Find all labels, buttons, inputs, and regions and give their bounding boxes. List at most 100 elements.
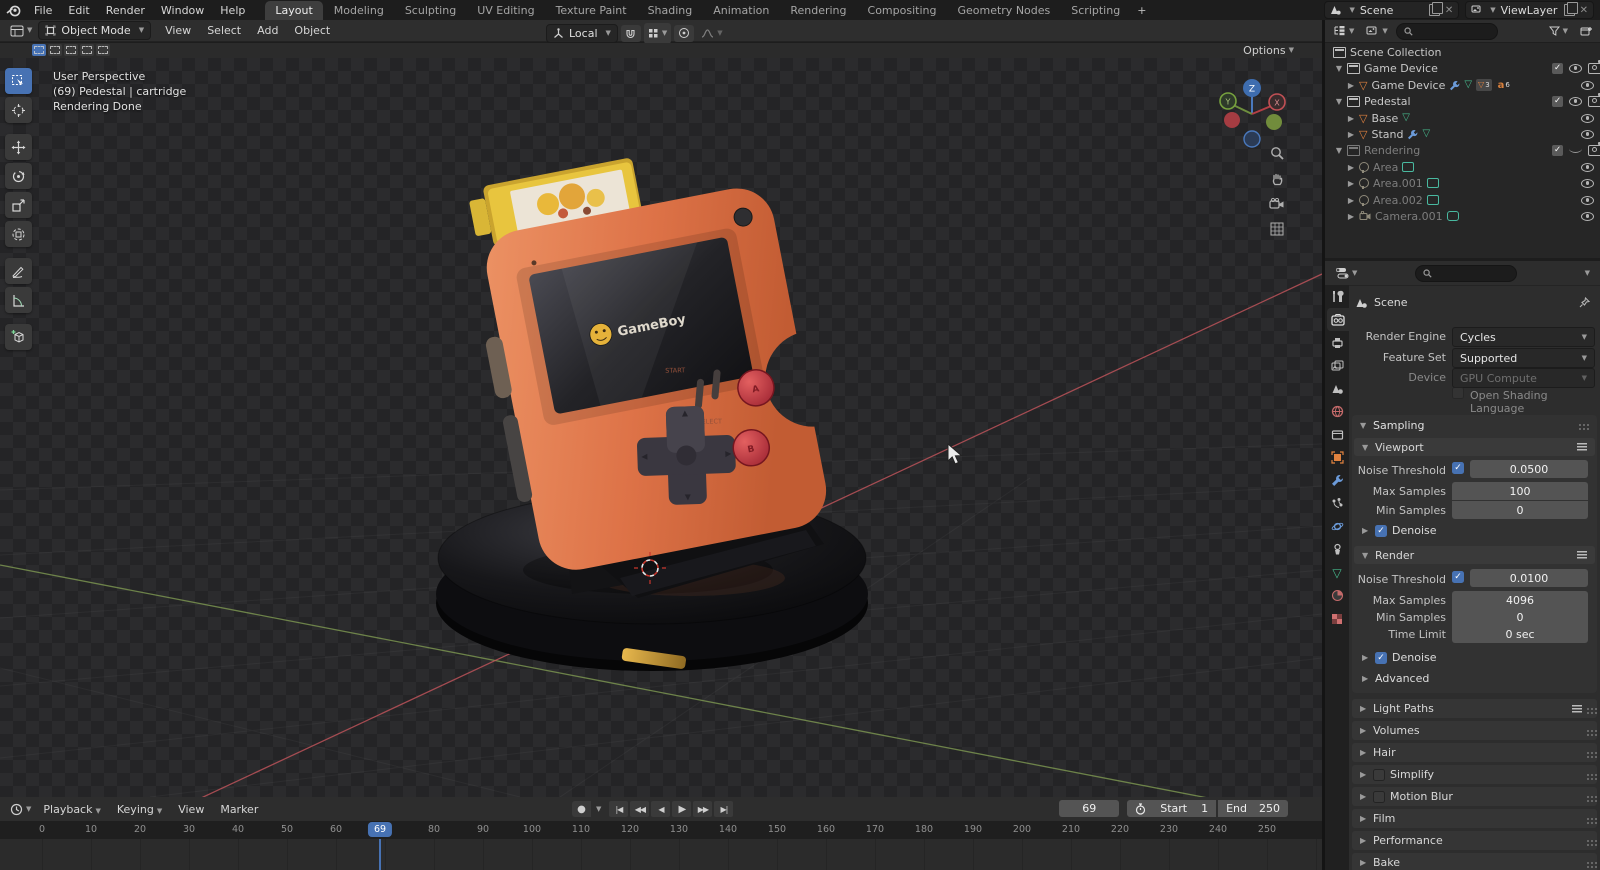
unlink-viewlayer-icon[interactable]: ✕ bbox=[1580, 5, 1588, 16]
properties-editor-selector[interactable]: ▼ bbox=[1331, 265, 1361, 281]
collection-checkbox[interactable]: ✓ bbox=[1552, 144, 1563, 156]
panel-film[interactable]: ▶ Film bbox=[1352, 809, 1597, 828]
menu-file[interactable]: File bbox=[26, 4, 60, 17]
tab-constraints[interactable] bbox=[1325, 538, 1349, 561]
panel-light-paths[interactable]: ▶ Light Paths bbox=[1352, 699, 1597, 718]
options-dropdown[interactable]: Options ▼ bbox=[1243, 43, 1294, 58]
tab-animation[interactable]: Animation bbox=[703, 1, 779, 20]
menu-render[interactable]: Render bbox=[98, 4, 153, 17]
tool-cursor[interactable] bbox=[5, 97, 32, 123]
tab-particles[interactable] bbox=[1325, 492, 1349, 515]
motion-blur-checkbox[interactable] bbox=[1373, 790, 1385, 803]
tool-transform[interactable] bbox=[5, 221, 32, 247]
vp-denoise-subpanel[interactable]: ▶ ✓ Denoise bbox=[1362, 524, 1437, 537]
r-denoise-checkbox[interactable]: ✓ bbox=[1375, 651, 1387, 664]
timeline-ruler[interactable]: 0 10 20 30 40 50 60 80 90 100 110 120 13… bbox=[0, 822, 1322, 839]
disclosure-icon[interactable]: ▶ bbox=[1347, 114, 1355, 123]
disable-render-icon[interactable] bbox=[1588, 60, 1600, 74]
tab-texture-paint[interactable]: Texture Paint bbox=[546, 1, 637, 20]
outliner-row-scene-collection[interactable]: Scene Collection bbox=[1333, 44, 1600, 60]
tool-select-box[interactable] bbox=[5, 68, 32, 94]
hide-viewport-icon[interactable] bbox=[1581, 129, 1594, 139]
tab-scripting[interactable]: Scripting bbox=[1061, 1, 1130, 20]
ortho-grid-control[interactable] bbox=[1266, 218, 1288, 240]
tab-rendering[interactable]: Rendering bbox=[780, 1, 856, 20]
render-engine-dropdown[interactable]: Cycles ▼ bbox=[1452, 327, 1595, 347]
tool-add-cube[interactable] bbox=[5, 324, 32, 350]
panel-bake[interactable]: ▶ Bake bbox=[1352, 853, 1597, 870]
select-subtract-button[interactable] bbox=[64, 44, 78, 56]
menu-view[interactable]: View bbox=[157, 24, 199, 37]
preset-icon[interactable] bbox=[1577, 551, 1587, 559]
vp-max-samples-field[interactable]: 100 bbox=[1452, 482, 1588, 500]
current-frame-field[interactable]: 69 bbox=[1059, 800, 1120, 817]
panel-volumes[interactable]: ▶ Volumes bbox=[1352, 721, 1597, 740]
r-noise-threshold-checkbox[interactable]: ✓ bbox=[1452, 571, 1464, 583]
editor-type-selector[interactable]: ▼ bbox=[6, 23, 36, 39]
feature-set-dropdown[interactable]: Supported ▼ bbox=[1452, 348, 1595, 368]
tab-render[interactable] bbox=[1327, 308, 1349, 331]
menu-object[interactable]: Object bbox=[286, 24, 338, 37]
disclosure-icon[interactable]: ▼ bbox=[1335, 97, 1343, 106]
outliner-editor-selector[interactable]: ▼ bbox=[1329, 23, 1358, 39]
select-extend-button[interactable] bbox=[48, 44, 62, 56]
outliner-row-game-device-object[interactable]: ▶ ▽ Game Device ▽ ▽ 3 a6 bbox=[1347, 77, 1600, 93]
panel-simplify[interactable]: ▶ Simplify bbox=[1352, 765, 1597, 784]
r-max-samples-field[interactable]: 4096 bbox=[1452, 591, 1588, 609]
vp-min-samples-field[interactable]: 0 bbox=[1452, 501, 1588, 519]
select-invert-button[interactable] bbox=[80, 44, 94, 56]
outliner-search[interactable] bbox=[1395, 22, 1498, 40]
outliner-row-game-device-collection[interactable]: ▼ Game Device ✓ bbox=[1335, 60, 1600, 76]
tab-object-data[interactable]: ▽ bbox=[1325, 561, 1349, 584]
tool-rotate[interactable] bbox=[5, 163, 32, 189]
disclosure-icon[interactable]: ▶ bbox=[1347, 212, 1355, 221]
properties-options-dropdown[interactable]: ▼ bbox=[1585, 269, 1590, 277]
hide-viewport-icon[interactable] bbox=[1569, 63, 1582, 73]
outliner-row-pedestal-collection[interactable]: ▼ Pedestal ✓ bbox=[1335, 93, 1600, 109]
outliner-row-area-002[interactable]: ▶ Area.002 bbox=[1347, 192, 1600, 208]
vp-denoise-checkbox[interactable]: ✓ bbox=[1375, 524, 1387, 537]
menu-help[interactable]: Help bbox=[212, 4, 253, 17]
sampling-render-subpanel[interactable]: ▼ Render bbox=[1354, 546, 1595, 564]
tab-layout[interactable]: Layout bbox=[265, 1, 323, 20]
select-intersect-button[interactable] bbox=[96, 44, 110, 56]
tab-shading[interactable]: Shading bbox=[638, 1, 703, 20]
start-frame-field[interactable]: Start 1 bbox=[1127, 800, 1217, 817]
copy-scene-icon[interactable] bbox=[1428, 2, 1443, 16]
playhead[interactable]: 69 bbox=[367, 822, 393, 837]
zoom-control[interactable] bbox=[1266, 142, 1288, 164]
jump-to-end-button[interactable]: ▶| bbox=[714, 801, 734, 817]
hide-viewport-icon[interactable] bbox=[1581, 80, 1594, 90]
tab-modifiers[interactable] bbox=[1325, 469, 1349, 492]
tool-measure[interactable] bbox=[5, 287, 32, 313]
disclosure-icon[interactable]: ▶ bbox=[1347, 130, 1355, 139]
add-workspace-button[interactable]: + bbox=[1131, 1, 1152, 20]
timeline-editor-selector[interactable]: ▼ bbox=[6, 801, 35, 818]
menu-tl-view[interactable]: View bbox=[170, 803, 212, 816]
disclosure-icon[interactable]: ▼ bbox=[1335, 64, 1343, 73]
pan-control[interactable] bbox=[1266, 168, 1288, 190]
play-reverse-button[interactable]: ◀ bbox=[651, 801, 671, 817]
tab-modeling[interactable]: Modeling bbox=[324, 1, 394, 20]
vp-noise-threshold-field[interactable]: 0.0500 bbox=[1470, 460, 1588, 478]
drag-handle-icon[interactable] bbox=[1579, 424, 1581, 426]
hide-viewport-icon[interactable] bbox=[1569, 96, 1582, 106]
r-noise-threshold-field[interactable]: 0.0100 bbox=[1470, 569, 1588, 587]
hide-viewport-icon[interactable] bbox=[1581, 195, 1594, 205]
navigation-gizmo[interactable]: Z Y X bbox=[1210, 68, 1294, 152]
outliner-filter[interactable]: ▼ bbox=[1545, 24, 1572, 38]
menu-add[interactable]: Add bbox=[249, 24, 286, 37]
snap-with-dropdown[interactable]: ▼ bbox=[643, 22, 672, 44]
collection-checkbox[interactable]: ✓ bbox=[1552, 62, 1563, 74]
auto-keyframe-dropdown[interactable]: ▼ bbox=[596, 805, 601, 813]
hide-viewport-icon[interactable] bbox=[1581, 178, 1594, 188]
proportional-editing-toggle[interactable] bbox=[674, 24, 695, 42]
mode-dropdown[interactable]: Object Mode ▼ bbox=[38, 21, 152, 40]
hidden-eye-icon[interactable] bbox=[1569, 144, 1582, 153]
disable-render-icon[interactable] bbox=[1588, 93, 1600, 107]
new-collection-button[interactable] bbox=[1576, 24, 1596, 39]
menu-playback[interactable]: Playback ▼ bbox=[35, 803, 108, 816]
next-keyframe-button[interactable]: ▶▶ bbox=[693, 801, 713, 817]
snap-toggle[interactable] bbox=[620, 24, 641, 42]
time-limit-field[interactable]: 0 sec bbox=[1452, 625, 1588, 643]
